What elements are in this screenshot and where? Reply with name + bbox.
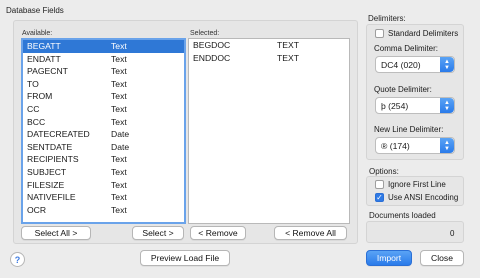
ignore-first-line-label: Ignore First Line <box>388 180 446 189</box>
import-button[interactable]: Import <box>366 250 412 266</box>
quote-delimiter-select[interactable]: þ (254) ▲ ▼ <box>375 97 455 114</box>
field-type: Text <box>111 154 127 165</box>
chevron-updown-icon: ▲ ▼ <box>440 138 454 153</box>
newline-delimiter-value: ® (174) <box>381 140 410 151</box>
options-title: Options: <box>369 167 399 176</box>
database-fields-title: Database Fields <box>6 6 64 15</box>
close-button[interactable]: Close <box>420 250 464 266</box>
list-item[interactable]: DATECREATED Date <box>23 128 184 141</box>
remove-button[interactable]: < Remove <box>190 226 246 240</box>
list-item[interactable]: ENDATT Text <box>23 53 184 66</box>
use-ansi-checkbox[interactable]: ✓ <box>375 193 384 202</box>
field-name: OCR <box>27 204 47 215</box>
list-item[interactable]: RECIPIENTS Text <box>23 153 184 166</box>
field-name: BCC <box>27 116 46 127</box>
select-button[interactable]: Select > <box>132 226 184 240</box>
comma-delimiter-label: Comma Delimiter: <box>374 44 439 53</box>
list-item[interactable]: FROM Text <box>23 90 184 103</box>
standard-delimiters-checkbox[interactable] <box>375 29 384 38</box>
list-item[interactable]: BEGATT Text <box>23 40 184 53</box>
field-name: RECIPIENTS <box>27 154 79 165</box>
field-name: TO <box>27 78 39 89</box>
selected-fields-list[interactable]: BEGDOC TEXT ENDDOC TEXT <box>188 38 350 224</box>
chevron-updown-icon: ▲ ▼ <box>440 57 454 72</box>
preview-load-file-button[interactable]: Preview Load File <box>140 250 230 266</box>
list-item[interactable]: CC Text <box>23 103 184 116</box>
documents-loaded-title: Documents loaded <box>369 211 436 220</box>
comma-delimiter-select[interactable]: DC4 (020) ▲ ▼ <box>375 56 455 73</box>
list-item[interactable]: NATIVEFILE Text <box>23 191 184 204</box>
list-item[interactable]: ENDDOC TEXT <box>189 52 349 65</box>
field-type: Text <box>111 204 127 215</box>
field-name: CC <box>27 103 40 114</box>
available-label: Available: <box>22 30 53 37</box>
field-name: BEGDOC <box>193 40 231 50</box>
field-name: FILESIZE <box>27 179 65 190</box>
field-type: TEXT <box>277 40 299 50</box>
use-ansi-label: Use ANSI Encoding <box>388 193 459 202</box>
selected-label: Selected: <box>190 30 220 37</box>
comma-delimiter-value: DC4 (020) <box>381 59 421 70</box>
available-fields-list[interactable]: BEGATT Text ENDATT Text PAGECNT Text TO Text FRO… <box>21 38 186 224</box>
field-type: Text <box>111 41 127 51</box>
documents-loaded-count: 0 <box>450 229 455 238</box>
list-item[interactable]: SENTDATE Date <box>23 141 184 154</box>
list-item[interactable]: OCR Text <box>23 204 184 217</box>
list-item[interactable]: BEGDOC TEXT <box>189 39 349 52</box>
field-type: Text <box>111 116 127 127</box>
field-type: TEXT <box>277 52 299 63</box>
field-type: Text <box>111 78 127 89</box>
field-name: NATIVEFILE <box>27 192 76 203</box>
list-item[interactable]: SUBJECT Text <box>23 166 184 179</box>
field-type: Date <box>111 129 130 140</box>
field-name: SENTDATE <box>27 141 73 152</box>
delimiters-title: Delimiters: <box>368 14 406 23</box>
ignore-first-line-checkbox[interactable] <box>375 180 384 189</box>
checkmark-icon: ✓ <box>376 193 383 202</box>
field-type: Text <box>111 53 127 64</box>
list-item[interactable]: TO Text <box>23 78 184 91</box>
quote-delimiter-label: Quote Delimiter: <box>374 85 432 94</box>
field-type: Text <box>111 179 127 190</box>
list-item[interactable]: PAGECNT Text <box>23 65 184 78</box>
newline-delimiter-label: New Line Delimiter: <box>374 125 444 134</box>
standard-delimiters-label: Standard Delimiters <box>388 29 459 38</box>
select-all-button[interactable]: Select All > <box>21 226 91 240</box>
chevron-updown-icon: ▲ ▼ <box>440 98 454 113</box>
field-name: DATECREATED <box>27 129 90 140</box>
field-name: BEGATT <box>27 41 61 51</box>
remove-all-button[interactable]: < Remove All <box>274 226 347 240</box>
list-item[interactable]: FILESIZE Text <box>23 179 184 192</box>
field-name: ENDDOC <box>193 52 231 63</box>
field-name: SUBJECT <box>27 166 67 177</box>
field-name: PAGECNT <box>27 66 68 77</box>
quote-delimiter-value: þ (254) <box>381 100 409 111</box>
field-type: Text <box>111 103 127 114</box>
field-type: Date <box>111 141 130 152</box>
help-button[interactable]: ? <box>10 252 25 267</box>
field-type: Text <box>111 166 127 177</box>
newline-delimiter-select[interactable]: ® (174) ▲ ▼ <box>375 137 455 154</box>
field-name: FROM <box>27 91 53 102</box>
field-type: Text <box>111 192 127 203</box>
field-type: Text <box>111 91 127 102</box>
field-type: Text <box>111 66 127 77</box>
list-item[interactable]: BCC Text <box>23 116 184 129</box>
field-name: ENDATT <box>27 53 61 64</box>
